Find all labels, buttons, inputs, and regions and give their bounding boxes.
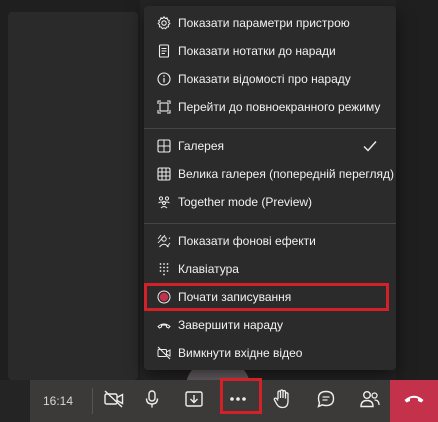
share-icon <box>184 389 204 414</box>
background-effects-icon <box>156 233 172 249</box>
menu-item-turn-off-incoming-video[interactable]: Вимкнути вхідне відео <box>144 339 396 367</box>
together-mode-icon <box>156 194 172 210</box>
info-icon <box>156 71 172 87</box>
notes-icon <box>156 43 172 59</box>
keypad-icon <box>156 261 172 277</box>
microphone-button[interactable] <box>132 380 172 422</box>
camera-off-icon <box>103 389 125 414</box>
menu-item-label: Показати відомості про нараду <box>178 72 351 86</box>
chat-button[interactable] <box>306 380 346 422</box>
menu-item-meeting-notes[interactable]: Показати нотатки до наради <box>144 37 396 65</box>
gallery-icon <box>156 138 172 154</box>
menu-item-label: Показати нотатки до наради <box>178 44 336 58</box>
participant-tile <box>8 12 138 380</box>
menu-divider <box>144 128 396 129</box>
menu-item-label: Показати фонові ефекти <box>178 234 316 248</box>
raise-hand-icon <box>272 388 292 415</box>
menu-item-meeting-info[interactable]: Показати відомості про нараду <box>144 65 396 93</box>
menu-item-label: Завершити нараду <box>178 318 284 332</box>
menu-item-device-settings[interactable]: Показати параметри пристрою <box>144 9 396 37</box>
end-meeting-icon <box>156 317 172 333</box>
large-gallery-icon <box>156 166 172 182</box>
menu-item-label: Клавіатура <box>178 262 239 276</box>
hang-up-button[interactable] <box>390 380 438 422</box>
more-actions-menu: Показати параметри пристрою Показати нот… <box>144 6 396 370</box>
menu-item-label: Галерея <box>178 139 225 153</box>
checkmark-icon <box>362 138 378 154</box>
toolbar-divider <box>92 388 93 414</box>
gear-icon <box>156 15 172 31</box>
menu-item-end-meeting[interactable]: Завершити нараду <box>144 311 396 339</box>
share-button[interactable] <box>174 380 214 422</box>
menu-item-label: Вимкнути вхідне відео <box>178 346 303 360</box>
camera-button[interactable] <box>94 380 134 422</box>
menu-item-gallery[interactable]: Галерея <box>144 132 396 160</box>
menu-item-background-effects[interactable]: Показати фонові ефекти <box>144 227 396 255</box>
hang-up-icon <box>403 392 425 411</box>
chat-icon <box>316 389 336 414</box>
menu-item-together-mode[interactable]: Together mode (Preview) <box>144 188 396 216</box>
menu-item-label: Together mode (Preview) <box>178 195 313 209</box>
microphone-icon <box>142 389 162 414</box>
meeting-timer: 16:14 <box>42 394 74 408</box>
highlight-start-recording <box>144 283 389 311</box>
menu-item-large-gallery[interactable]: Велика галерея (попередній перегляд) <box>144 160 396 188</box>
menu-item-fullscreen[interactable]: Перейти до повноекранного режиму <box>144 93 396 121</box>
raise-hand-button[interactable] <box>262 380 302 422</box>
highlight-more-actions <box>220 378 262 414</box>
menu-item-label: Велика галерея (попередній перегляд) <box>178 167 395 181</box>
participants-button[interactable] <box>350 380 390 422</box>
video-area-right <box>396 0 438 380</box>
participants-icon <box>359 389 381 414</box>
menu-item-label: Перейти до повноекранного режиму <box>178 100 381 114</box>
fullscreen-icon <box>156 99 172 115</box>
menu-item-label: Показати параметри пристрою <box>178 16 350 30</box>
video-off-icon <box>156 345 172 361</box>
menu-divider <box>144 223 396 224</box>
menu-item-keypad[interactable]: Клавіатура <box>144 255 396 283</box>
